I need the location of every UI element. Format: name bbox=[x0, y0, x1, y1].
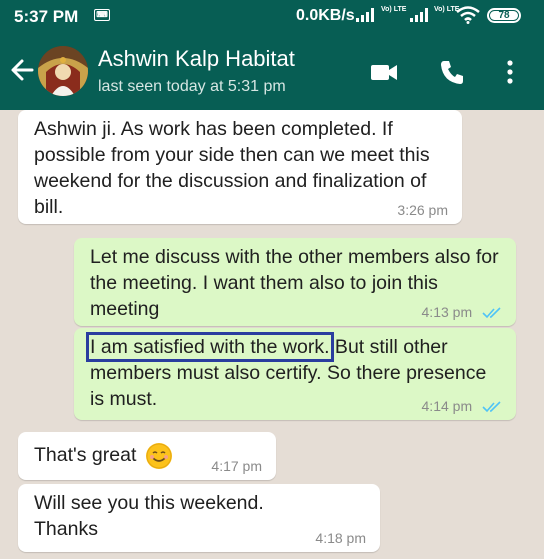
lte-label: Vo) LTE bbox=[381, 6, 407, 13]
contact-avatar[interactable] bbox=[38, 46, 88, 96]
message-meta: 4:14 pm bbox=[422, 398, 502, 414]
message-time: 4:14 pm bbox=[421, 398, 473, 414]
signal-icon bbox=[410, 8, 428, 22]
message-time: 3:26 pm bbox=[397, 202, 448, 218]
avatar-image bbox=[38, 46, 88, 96]
video-call-icon[interactable] bbox=[370, 58, 398, 86]
highlighted-text: I am satisfied with the work. bbox=[86, 332, 334, 362]
back-arrow-icon[interactable] bbox=[8, 56, 36, 84]
battery-icon: 78 bbox=[487, 8, 521, 23]
message-time: 4:18 pm bbox=[315, 530, 366, 546]
smile-face-icon bbox=[146, 443, 172, 469]
phone-icon[interactable] bbox=[438, 58, 466, 86]
read-receipt-icon bbox=[482, 307, 501, 319]
status-time: 5:37 PM bbox=[14, 7, 79, 26]
battery-level: 78 bbox=[490, 11, 518, 21]
smiling-face-emoji bbox=[145, 442, 172, 469]
keyboard-icon: ⌨ bbox=[94, 9, 110, 21]
signal-icon bbox=[356, 8, 374, 22]
message-list[interactable]: Ashwin ji. As work has been completed. I… bbox=[0, 110, 544, 559]
read-receipt-icon bbox=[482, 401, 501, 413]
message-bubble-outgoing[interactable]: Let me discuss with the other members al… bbox=[74, 238, 516, 326]
network-speed: 0.0KB/s bbox=[296, 7, 355, 24]
wifi-icon bbox=[456, 6, 480, 24]
message-bubble-outgoing[interactable]: I am satisfied with the work. But still … bbox=[74, 328, 516, 420]
message-meta: 4:13 pm bbox=[422, 304, 502, 320]
contact-name[interactable]: Ashwin Kalp Habitat bbox=[98, 46, 295, 72]
message-bubble-incoming[interactable]: Ashwin ji. As work has been completed. I… bbox=[18, 110, 462, 224]
status-bar: 5:37 PM ⌨ 0.0KB/s Vo) LTE Vo) LTE 78 bbox=[0, 0, 544, 32]
message-text: That's great bbox=[34, 444, 137, 466]
more-options-icon[interactable] bbox=[496, 58, 524, 86]
message-bubble-incoming[interactable]: That's great 4:17 pm bbox=[18, 432, 276, 480]
last-seen-status: last seen today at 5:31 pm bbox=[98, 78, 286, 95]
message-time: 4:17 pm bbox=[211, 458, 262, 474]
message-text: Ashwin ji. As work has been completed. I… bbox=[34, 118, 430, 218]
message-bubble-incoming[interactable]: Will see you this weekend. Thanks 4:18 p… bbox=[18, 484, 380, 552]
chat-header: Ashwin Kalp Habitat last seen today at 5… bbox=[0, 32, 544, 110]
message-time: 4:13 pm bbox=[421, 304, 473, 320]
message-text: Will see you this weekend. Thanks bbox=[34, 492, 264, 540]
